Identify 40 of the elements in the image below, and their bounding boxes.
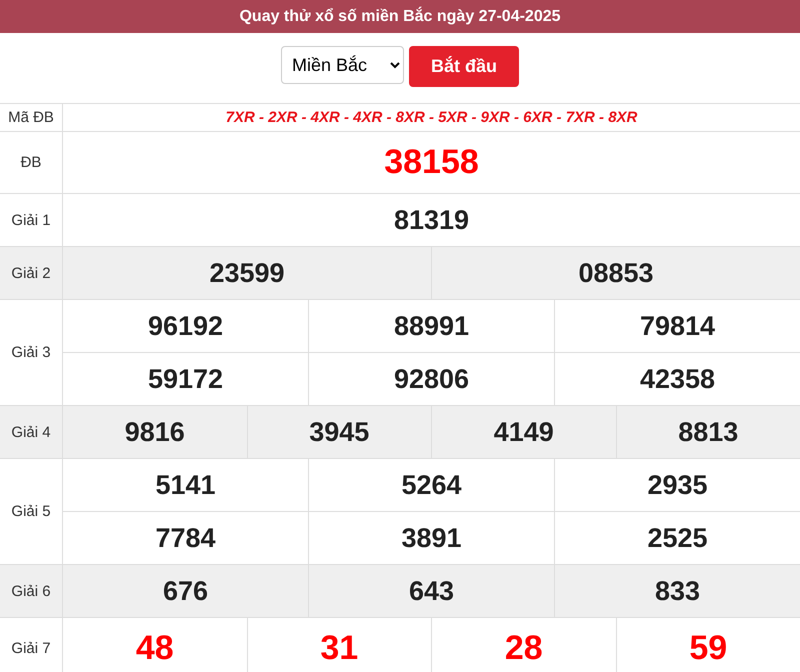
prize-label: Giải 4 [0,406,63,458]
row-label: Mã ĐB [0,104,63,131]
prize-number: 23599 [209,258,285,288]
prize-number: 3891 [401,522,462,554]
prize-number: 48 [136,629,174,668]
prize-number: 5141 [155,470,216,500]
prize-number: 5264 [401,470,462,500]
prize-label: Giải 3 [0,300,63,405]
prize-label: Giải 1 [0,194,63,246]
prize-number: 59172 [148,364,224,394]
prize-number: 833 [654,576,700,606]
start-button[interactable]: Bắt đầu [409,46,519,87]
prize-number: 643 [408,576,454,606]
prize-number: 31 [320,629,358,668]
prize-number: 08853 [578,258,654,288]
prize-label: Giải 2 [0,247,63,299]
prize-label: Giải 6 [0,565,63,617]
prize-label: Giải 7 [0,618,63,672]
prize-number: 38158 [384,143,479,182]
prize-number: 4149 [494,416,554,448]
prize-label: Giải 5 [0,459,63,564]
special-codes: 7XR - 2XR - 4XR - 4XR - 8XR - 5XR - 9XR - 6XR - 7XR - 8XR [226,109,638,126]
prize-number: 9816 [124,416,185,448]
prize-number: 28 [504,629,543,668]
prize-number: 79814 [640,310,716,342]
region-select[interactable]: Miền Bắc [281,46,404,84]
prize-number: 3945 [309,416,370,448]
prize-number: 2935 [647,470,708,500]
prize-number: 81319 [394,204,470,236]
header-title: Quay thử xổ số miền Bắc ngày 27-04-2025 [239,8,561,26]
prize-number: 59 [689,629,728,668]
prize-number: 8813 [678,416,738,448]
prize-label: ĐB [0,132,63,193]
prize-number: 96192 [148,310,224,342]
prize-number: 92806 [394,364,470,394]
prize-number: 676 [162,576,208,606]
prize-number: 2525 [647,522,708,554]
prize-number: 7784 [155,522,216,554]
prize-number: 42358 [640,364,716,394]
prize-number: 88991 [394,310,470,342]
